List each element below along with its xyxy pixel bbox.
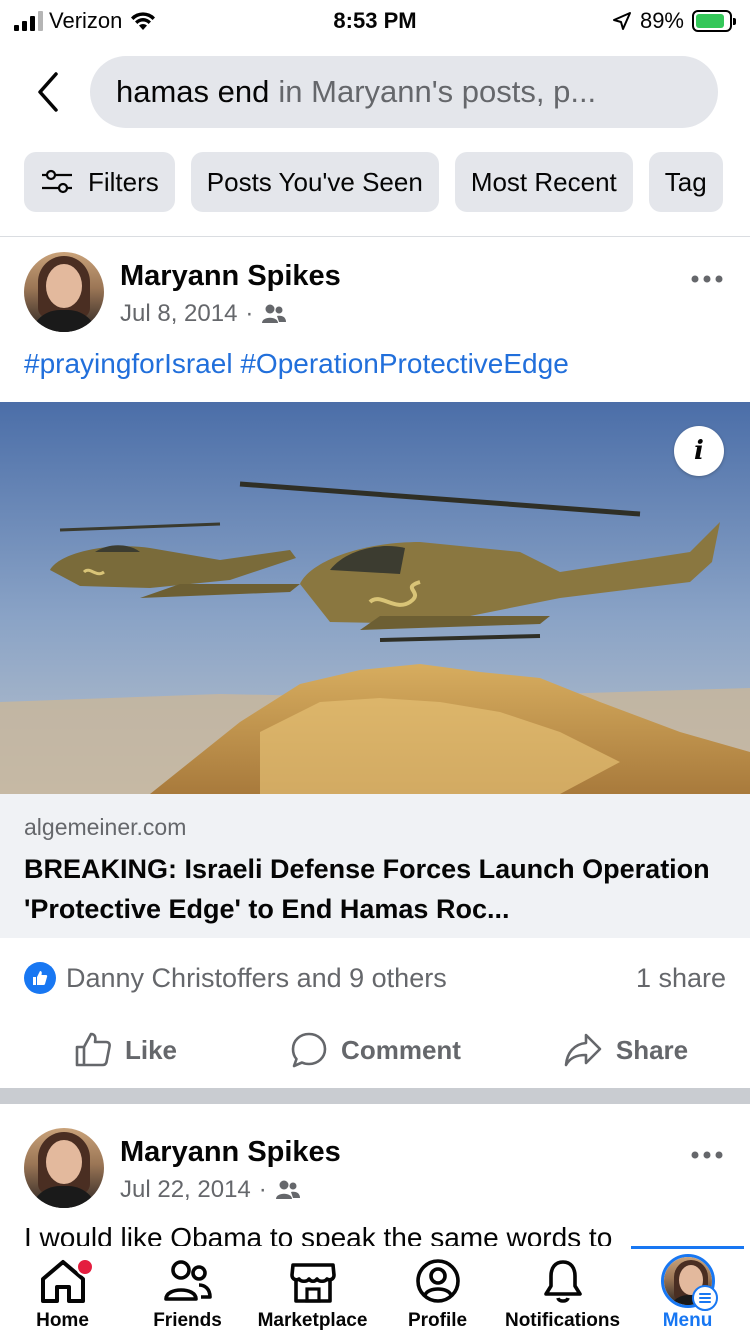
hamburger-icon [691, 1285, 718, 1311]
tab-label: Menu [662, 1310, 713, 1331]
tab-home[interactable]: Home [0, 1246, 125, 1334]
hashtag-link[interactable]: #prayingforIsrael [24, 348, 233, 379]
link-title: BREAKING: Israeli Defense Forces Launch … [24, 854, 710, 924]
menu-avatar [660, 1254, 718, 1311]
share-label: Share [615, 1034, 689, 1065]
post-meta: Jul 8, 2014 · [120, 300, 287, 328]
friends-icon [262, 304, 287, 323]
post-hashtags: #prayingforIsrael #OperationProtectiveEd… [24, 348, 569, 380]
share-button[interactable]: Share [500, 1020, 750, 1080]
notification-dot [76, 1258, 94, 1276]
bottom-tab-bar: Home Friends Marketplace Profile Notific… [0, 1246, 750, 1334]
avatar[interactable] [24, 252, 104, 332]
post-actions: Like Comment Share [0, 1020, 750, 1080]
more-horizontal-icon [691, 275, 723, 283]
tab-friends[interactable]: Friends [125, 1246, 250, 1334]
friends-icon [275, 1180, 300, 1199]
comment-icon [291, 1032, 327, 1068]
thumbs-up-icon [75, 1032, 111, 1067]
post-author[interactable]: Maryann Spikes [120, 260, 341, 293]
tab-notifications[interactable]: Notifications [500, 1246, 625, 1334]
hashtag-link[interactable]: #OperationProtectiveEdge [240, 348, 568, 379]
shares-count[interactable]: 1 share [636, 963, 726, 994]
comment-label: Comment [341, 1034, 461, 1065]
post-options-button[interactable] [690, 258, 724, 292]
comment-button[interactable]: Comment [250, 1020, 500, 1080]
like-button[interactable]: Like [0, 1020, 250, 1080]
link-domain: algemeiner.com [24, 814, 187, 840]
share-arrow-icon [564, 1033, 602, 1067]
tab-label: Profile [407, 1310, 468, 1331]
friends-icon [163, 1260, 212, 1301]
marketplace-icon [289, 1263, 336, 1303]
tab-label: Friends [153, 1310, 222, 1331]
post-author[interactable]: Maryann Spikes [120, 1136, 341, 1169]
tab-label: Notifications [504, 1310, 621, 1331]
link-preview-caption[interactable]: algemeiner.com BREAKING: Israeli Defense… [0, 794, 750, 938]
avatar[interactable] [24, 1128, 104, 1208]
reactions-summary: Danny Christoffers and 9 others 1 share [24, 956, 726, 1000]
post-options-button[interactable] [690, 1134, 724, 1168]
tab-label: Marketplace [257, 1310, 368, 1331]
tab-label: Home [36, 1310, 89, 1331]
post-meta: Jul 22, 2014 · [120, 1176, 301, 1204]
post-date[interactable]: Jul 22, 2014 [120, 1176, 251, 1204]
like-reaction-icon [24, 962, 56, 994]
profile-icon [415, 1259, 460, 1303]
tab-profile[interactable]: Profile [375, 1246, 500, 1334]
reactions-text[interactable]: Danny Christoffers and 9 others [66, 963, 447, 994]
info-icon: i [694, 436, 704, 466]
tab-marketplace[interactable]: Marketplace [250, 1246, 375, 1334]
post-separator [0, 1088, 750, 1104]
info-button[interactable]: i [674, 426, 724, 476]
helicopters-photo [0, 402, 750, 794]
like-label: Like [124, 1034, 178, 1065]
bell-icon [543, 1260, 582, 1303]
tab-menu[interactable]: Menu [625, 1246, 750, 1334]
link-preview-image[interactable]: i [0, 402, 750, 794]
post-date[interactable]: Jul 8, 2014 [120, 300, 237, 328]
more-horizontal-icon [691, 1151, 723, 1159]
post-card: Maryann Spikes Jul 8, 2014 · #prayingfor… [0, 0, 750, 1088]
